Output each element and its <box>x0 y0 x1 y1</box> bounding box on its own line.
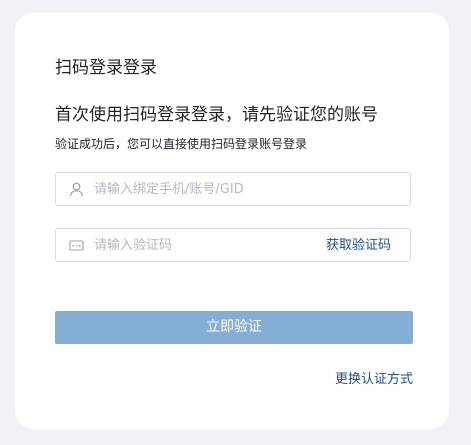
keypad-icon <box>69 238 84 253</box>
verify-headline: 首次使用扫码登录登录，请先验证您的账号 <box>55 105 378 125</box>
verification-code-input[interactable] <box>94 229 294 261</box>
user-icon <box>69 182 84 197</box>
get-code-button[interactable]: 获取验证码 <box>326 237 391 254</box>
page-title: 扫码登录登录 <box>55 58 157 78</box>
verify-card: 扫码登录登录 首次使用扫码登录登录，请先验证您的账号 验证成功后，您可以直接使用… <box>15 13 449 429</box>
code-field: 获取验证码 <box>55 228 411 262</box>
verify-description: 验证成功后，您可以直接使用扫码登录账号登录 <box>55 137 308 151</box>
switch-auth-method-link[interactable]: 更换认证方式 <box>335 371 413 388</box>
verify-now-button[interactable]: 立即验证 <box>55 311 413 344</box>
account-input[interactable] <box>94 173 394 205</box>
account-field <box>55 172 411 206</box>
